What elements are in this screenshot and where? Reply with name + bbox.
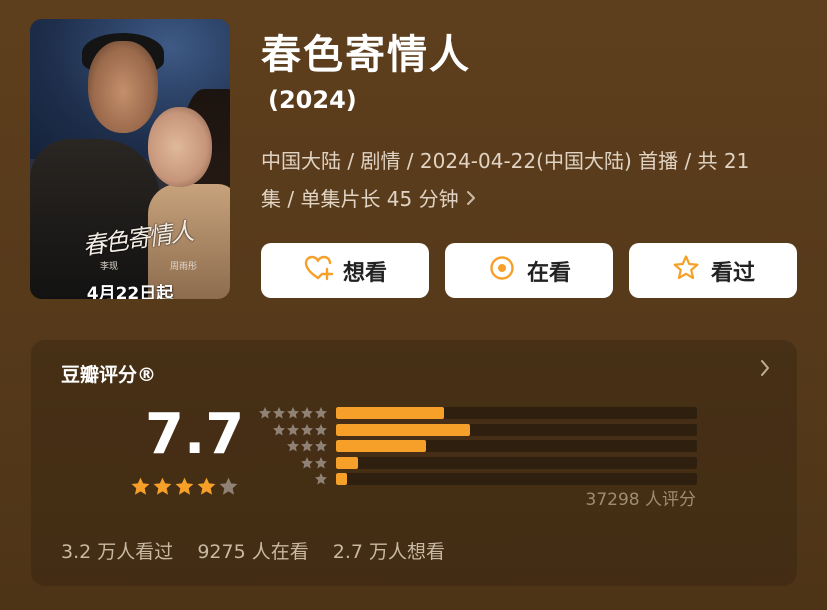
distribution-bar-track — [336, 423, 697, 436]
star-small-icon — [301, 423, 313, 435]
poster-cast-right: 周雨彤 — [170, 262, 198, 272]
show-meta[interactable]: 中国大陆 / 剧情 / 2024-04-22(中国大陆) 首播 / 共 21 集… — [261, 142, 806, 218]
star-small-icon — [287, 423, 299, 435]
star-outline-icon — [671, 253, 701, 289]
distribution-stars — [256, 472, 328, 486]
distribution-bar-track — [336, 456, 697, 469]
target-icon — [487, 253, 517, 289]
distribution-bar-fill — [336, 423, 470, 436]
meta-line-1: 中国大陆 / 剧情 / 2024-04-22(中国大陆) 首播 / 共 21 — [261, 149, 750, 173]
stat-want: 2.7 万人想看 — [332, 541, 446, 563]
distribution-bar-fill — [336, 407, 445, 419]
distribution-stars — [256, 456, 328, 470]
poster-cast-left: 李现 — [100, 262, 119, 272]
distribution-bar-fill — [336, 440, 427, 452]
star-empty-icon — [219, 477, 238, 495]
star-filled-icon — [175, 477, 194, 495]
average-stars — [130, 476, 239, 497]
poster-figure-woman-face — [148, 107, 212, 187]
distribution-bar-track — [336, 440, 697, 452]
star-small-icon — [287, 440, 299, 452]
star-small-icon — [315, 456, 327, 468]
star-filled-icon — [197, 477, 216, 495]
meta-line-2-wrap: 集 / 单集片长 45 分钟 — [261, 180, 806, 218]
rating-score: 7.7 — [145, 402, 245, 467]
rating-count: 37298 人评分 — [585, 490, 696, 510]
distribution-row — [256, 455, 697, 471]
rating-card[interactable]: 豆瓣评分® 7.7 37298 人评分 3.2 万人看过 9275 人在看 2.… — [31, 340, 797, 586]
star-small-icon — [301, 440, 313, 452]
distribution-bar-fill — [336, 456, 358, 469]
distribution-row — [256, 422, 697, 438]
watching-label: 在看 — [526, 260, 571, 286]
heart-plus-icon — [303, 253, 334, 289]
star-filled-icon — [153, 477, 172, 495]
page-title: 春色寄情人 — [261, 32, 471, 78]
poster-image[interactable]: 春色寄情人 李现 周雨彤 4月22日起 — [30, 19, 230, 299]
chevron-right-icon[interactable] — [759, 358, 771, 383]
rating-header: 豆瓣评分® — [61, 364, 157, 386]
star-small-icon — [273, 407, 285, 419]
star-small-icon — [287, 407, 299, 419]
watching-button[interactable]: 在看 — [445, 243, 613, 298]
meta-line-2: 集 / 单集片长 45 分钟 — [261, 187, 459, 211]
star-small-icon — [259, 407, 271, 419]
distribution-bar-track — [336, 473, 697, 485]
star-small-icon — [301, 407, 313, 419]
poster-figure-face — [88, 41, 158, 133]
star-small-icon — [315, 407, 327, 419]
poster-release-date: 4月22日起 — [86, 284, 174, 299]
distribution-row — [256, 438, 697, 454]
want-label: 想看 — [342, 260, 387, 286]
chevron-right-icon — [465, 180, 477, 218]
audience-stats: 3.2 万人看过 9275 人在看 2.7 万人想看 — [61, 537, 463, 564]
stat-watched: 3.2 万人看过 — [61, 541, 174, 563]
watched-button[interactable]: 看过 — [629, 243, 797, 298]
star-small-icon — [273, 423, 285, 435]
star-small-icon — [315, 473, 327, 485]
star-small-icon — [315, 440, 327, 452]
want-to-watch-button[interactable]: 想看 — [261, 243, 429, 298]
watched-label: 看过 — [710, 260, 755, 286]
release-year: (2024) — [268, 86, 357, 114]
star-small-icon — [301, 456, 313, 468]
distribution-stars — [256, 439, 328, 453]
distribution-bar-fill — [336, 473, 347, 485]
stat-watching: 9275 人在看 — [197, 541, 309, 563]
distribution-stars — [256, 406, 328, 420]
distribution-bar-track — [336, 407, 697, 419]
distribution-stars — [256, 423, 328, 437]
star-filled-icon — [131, 477, 150, 495]
distribution-row — [256, 405, 697, 421]
star-small-icon — [315, 423, 327, 435]
